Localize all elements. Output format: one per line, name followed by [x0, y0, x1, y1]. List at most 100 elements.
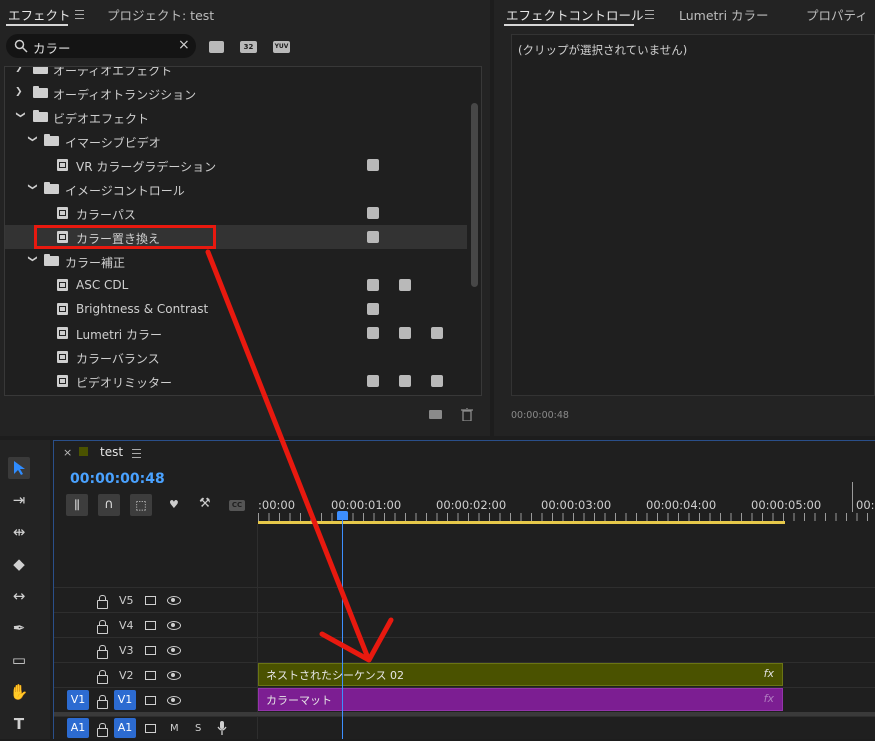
- source-patch-a1[interactable]: A1: [67, 718, 89, 738]
- microphone-icon[interactable]: [217, 721, 227, 735]
- add-marker-icon[interactable]: ♥: [169, 498, 179, 511]
- trash-icon[interactable]: [461, 408, 473, 421]
- lock-icon[interactable]: [97, 670, 108, 684]
- track-label[interactable]: V4: [119, 619, 134, 632]
- effects-panel: エフェクト プロジェクト: test カラー × 32 YUV ❯ オーディオエ…: [0, 0, 490, 436]
- source-patch-v1[interactable]: V1: [67, 690, 89, 710]
- tools-panel: ⇥ ⇹ ◆ ↔ ✒ ▭ ✋ T: [0, 440, 50, 739]
- tree-item-color-correction[interactable]: ❯ カラー補正: [7, 249, 477, 273]
- tree-item-immersive-video[interactable]: ❯ イマーシブビデオ: [7, 129, 477, 153]
- effect-icon: [57, 159, 68, 171]
- effect-controls-panel: エフェクトコントロール Lumetri カラー プロパティ (クリップが選択され…: [494, 0, 875, 436]
- slip-tool-icon[interactable]: ↔: [8, 585, 30, 607]
- solo-button[interactable]: S: [195, 723, 201, 734]
- effect-icon: [57, 327, 68, 339]
- track-label[interactable]: V2: [119, 669, 134, 682]
- track-target-v1[interactable]: V1: [114, 690, 136, 710]
- panel-menu-icon[interactable]: [75, 10, 84, 19]
- linked-selection-button[interactable]: ⬚: [130, 494, 152, 516]
- snap-button[interactable]: ∩: [98, 494, 120, 516]
- ruler-label: 00:00:03:00: [541, 498, 612, 512]
- pen-tool-icon[interactable]: ✒: [8, 617, 30, 639]
- wrench-icon[interactable]: ⚒: [199, 496, 211, 511]
- track-label[interactable]: V5: [119, 594, 134, 607]
- tree-item-asc-cdl[interactable]: ASC CDL: [7, 273, 477, 297]
- clip-nested-sequence[interactable]: ネストされたシーケンス 02 fx: [258, 663, 783, 686]
- tree-item-image-control[interactable]: ❯ イメージコントロール: [7, 177, 477, 201]
- rectangle-tool-icon[interactable]: ▭: [8, 649, 30, 671]
- no-clip-selected-message: (クリップが選択されていません): [518, 43, 688, 57]
- captions-icon[interactable]: CC: [229, 500, 245, 511]
- eye-icon[interactable]: [167, 646, 181, 655]
- lock-icon[interactable]: [97, 695, 108, 709]
- playhead-handle[interactable]: [337, 511, 348, 520]
- effect-icon: [57, 303, 68, 315]
- search-input[interactable]: カラー: [33, 38, 71, 57]
- tab-sequence-test[interactable]: test: [100, 445, 123, 459]
- lock-icon[interactable]: [97, 645, 108, 659]
- tree-item-audio-transitions[interactable]: ❯ オーディオトランジション: [7, 81, 477, 105]
- clip-label: ネストされたシーケンス 02: [266, 669, 404, 682]
- lock-icon[interactable]: [97, 595, 108, 609]
- ripple-edit-tool-icon[interactable]: ⇹: [8, 521, 30, 543]
- tree-item-color-pass[interactable]: カラーパス: [7, 201, 477, 225]
- hand-tool-icon[interactable]: ✋: [8, 681, 30, 703]
- tab-effects-underline: [6, 24, 68, 26]
- tab-lumetri-color[interactable]: Lumetri カラー: [679, 5, 769, 24]
- panel-menu-icon[interactable]: [645, 10, 654, 19]
- 32bit-icon: [399, 327, 411, 339]
- sync-lock-icon[interactable]: [145, 596, 156, 605]
- mute-button[interactable]: M: [170, 723, 179, 734]
- sync-lock-icon[interactable]: [145, 696, 156, 705]
- accelerated-effects-filter-icon[interactable]: [209, 41, 224, 53]
- playhead-line: [342, 518, 343, 739]
- track-target-a1[interactable]: A1: [114, 718, 136, 738]
- highlight-box: [34, 225, 216, 249]
- yuv-filter-icon[interactable]: YUV: [273, 41, 290, 53]
- tree-item-video-effects[interactable]: ❯ ビデオエフェクト: [7, 105, 477, 129]
- track-select-tool-icon[interactable]: ⇥: [8, 489, 30, 511]
- tree-item-vr-color-gradation[interactable]: VR カラーグラデーション: [7, 153, 477, 177]
- accelerated-effect-icon: [367, 231, 379, 243]
- 32bit-icon: [399, 279, 411, 291]
- timeline-timecode[interactable]: 00:00:00:48: [70, 471, 165, 487]
- clip-color-matte[interactable]: カラーマット fx: [258, 688, 783, 711]
- tree-item-lumetri-color[interactable]: Lumetri カラー: [7, 321, 477, 345]
- accelerated-effect-icon: [367, 159, 379, 171]
- lock-icon[interactable]: [97, 723, 108, 737]
- track-label[interactable]: V3: [119, 644, 134, 657]
- clear-search-icon[interactable]: ×: [178, 37, 190, 53]
- eye-icon[interactable]: [167, 621, 181, 630]
- insert-nest-button[interactable]: ⫼: [66, 494, 88, 516]
- tab-properties[interactable]: プロパティ: [806, 5, 868, 24]
- sequence-color-label: [79, 447, 88, 456]
- selection-tool-icon[interactable]: [8, 457, 30, 479]
- 32bit-filter-icon[interactable]: 32: [240, 41, 257, 53]
- tab-effect-controls[interactable]: エフェクトコントロール: [506, 5, 644, 24]
- tree-item-audio-effects[interactable]: ❯ オーディオエフェクト: [7, 67, 477, 81]
- close-sequence-icon[interactable]: ×: [63, 446, 72, 459]
- tree-item-video-limiter[interactable]: ビデオリミッター: [7, 369, 477, 393]
- work-area-bar[interactable]: [258, 521, 785, 524]
- lock-icon[interactable]: [97, 620, 108, 634]
- type-tool-icon[interactable]: T: [8, 713, 30, 735]
- eye-icon[interactable]: [167, 696, 181, 705]
- folder-icon: [33, 110, 48, 122]
- sync-lock-icon[interactable]: [145, 621, 156, 630]
- sync-lock-icon[interactable]: [145, 724, 156, 733]
- 32bit-icon: [399, 375, 411, 387]
- razor-tool-icon[interactable]: ◆: [8, 553, 30, 575]
- new-bin-icon[interactable]: [429, 410, 442, 419]
- tab-project[interactable]: プロジェクト: test: [107, 5, 214, 24]
- search-field[interactable]: カラー ×: [6, 34, 196, 58]
- tree-item-color-balance[interactable]: カラーバランス: [7, 345, 477, 369]
- fx-badge-icon[interactable]: fx: [764, 667, 774, 680]
- tab-effects[interactable]: エフェクト: [8, 5, 71, 24]
- tree-item-brightness-contrast[interactable]: Brightness & Contrast: [7, 297, 477, 321]
- sync-lock-icon[interactable]: [145, 646, 156, 655]
- sync-lock-icon[interactable]: [145, 671, 156, 680]
- eye-icon[interactable]: [167, 671, 181, 680]
- timeline-menu-icon[interactable]: [132, 449, 141, 458]
- fx-badge-icon[interactable]: fx: [764, 692, 774, 705]
- eye-icon[interactable]: [167, 596, 181, 605]
